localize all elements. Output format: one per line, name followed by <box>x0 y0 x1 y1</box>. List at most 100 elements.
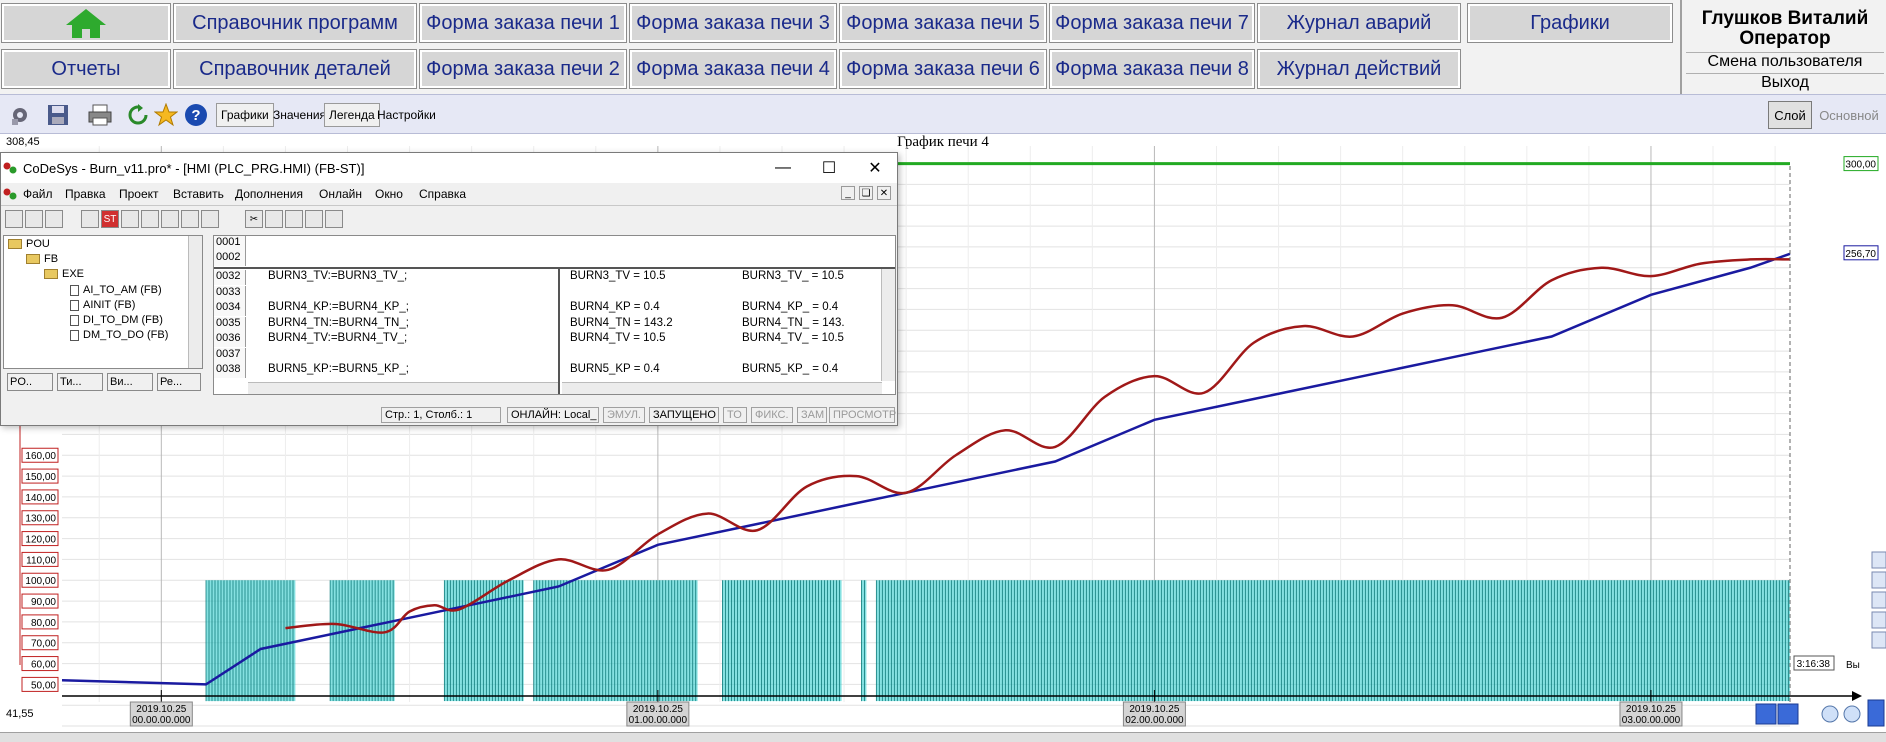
exit-button[interactable]: Выход <box>1686 73 1884 93</box>
pou-tree[interactable]: POU FB EXE AI_TO_AM (FB) AINIT (FB) DI_T… <box>3 235 203 369</box>
nav-furnace-order-1[interactable]: Форма заказа печи 1 <box>419 3 627 43</box>
status-online: ОНЛАЙН: Local_ <box>507 407 599 423</box>
code-vscroll[interactable] <box>881 269 895 381</box>
watch-value: BURN4_KP_ = 0.4 <box>742 301 839 313</box>
status-emul: ЭМУЛ. <box>603 407 645 423</box>
find-icon[interactable] <box>201 210 219 228</box>
codesys-titlebar[interactable]: CoDeSys - Burn_v11.pro* - [HMI (PLC_PRG.… <box>1 153 897 183</box>
settings-icon[interactable] <box>6 101 34 129</box>
close-icon[interactable]: ✕ <box>857 157 893 179</box>
refresh-icon[interactable] <box>124 101 152 129</box>
print-icon[interactable] <box>86 101 114 129</box>
copy-icon[interactable] <box>265 210 283 228</box>
tree-item-label: POU <box>26 238 50 250</box>
code-divider <box>558 269 560 394</box>
nav-furnace-order-5[interactable]: Форма заказа печи 5 <box>839 3 1047 43</box>
code-hscroll-right[interactable] <box>562 382 882 394</box>
user-role: Оператор <box>1739 28 1831 49</box>
tree-scrollbar[interactable] <box>188 236 202 368</box>
paste-icon[interactable] <box>285 210 303 228</box>
status-running: ЗАПУЩЕНО <box>649 407 719 423</box>
menu-project[interactable]: Проект <box>119 187 159 201</box>
home-button[interactable] <box>1 3 171 43</box>
stop-icon[interactable]: ST <box>101 210 119 228</box>
code-hscroll-left[interactable] <box>248 382 558 394</box>
main-layer-button[interactable]: Основной <box>1816 101 1882 129</box>
nav-furnace-order-8[interactable]: Форма заказа печи 8 <box>1049 49 1255 89</box>
code-editor[interactable]: 0001 0002 0032 BURN3_TV:=BURN3_TV_; BURN3_… <box>213 235 896 395</box>
layer-button[interactable]: Слой <box>1768 101 1812 129</box>
mdi-minimize-icon[interactable]: _ <box>841 186 855 200</box>
codesys-window[interactable]: CoDeSys - Burn_v11.pro* - [HMI (PLC_PRG.… <box>0 152 898 426</box>
mdi-restore-icon[interactable]: ❏ <box>859 186 873 200</box>
nav-furnace-order-3[interactable]: Форма заказа печи 3 <box>629 3 837 43</box>
codesys-statusbar: Стр.: 1, Столб.: 1 ОНЛАЙН: Local_ ЭМУЛ. … <box>1 405 897 425</box>
login-icon[interactable] <box>81 210 99 228</box>
nav-alarm-log[interactable]: Журнал аварий <box>1257 3 1461 43</box>
switch-user-button[interactable]: Смена пользователя <box>1686 52 1884 72</box>
replace-icon[interactable] <box>325 210 343 228</box>
code-line: BURN4_TV:=BURN4_TV_; <box>268 332 408 344</box>
user-panel: Глушков Виталий Оператор Смена пользоват… <box>1680 0 1886 94</box>
nav-furnace-order-6[interactable]: Форма заказа печи 6 <box>839 49 1047 89</box>
menu-extras[interactable]: Дополнения <box>235 187 303 201</box>
nav-furnace-order-7[interactable]: Форма заказа печи 7 <box>1049 3 1255 43</box>
open-file-icon[interactable] <box>25 210 43 228</box>
tab-values[interactable]: Значения <box>268 103 331 127</box>
save-file-icon[interactable] <box>45 210 63 228</box>
user-name: Глушков Виталий <box>1701 8 1869 29</box>
mdi-close-icon[interactable]: ✕ <box>877 186 891 200</box>
nav-parts-catalog[interactable]: Справочник деталей <box>173 49 417 89</box>
cut-icon[interactable]: ✂ <box>245 210 263 228</box>
codesys-toolbar: ST ✂ <box>1 205 897 231</box>
bottom-scrollbar[interactable] <box>0 732 1886 742</box>
breakpoint-icon[interactable] <box>141 210 159 228</box>
new-file-icon[interactable] <box>5 210 23 228</box>
menu-insert[interactable]: Вставить <box>173 187 224 201</box>
tree-tab-visualizations[interactable]: Ви... <box>107 373 153 391</box>
maximize-icon[interactable]: ☐ <box>811 157 847 179</box>
watch-icon[interactable] <box>161 210 179 228</box>
document-icon <box>70 299 79 311</box>
tree-item[interactable]: POU <box>8 238 50 250</box>
tab-charts[interactable]: Графики <box>216 103 274 127</box>
nav-furnace-order-2[interactable]: Форма заказа печи 2 <box>419 49 627 89</box>
menu-online[interactable]: Онлайн <box>319 187 362 201</box>
status-view: ПРОСМОТР <box>829 407 896 423</box>
tree-item[interactable]: DM_TO_DO (FB) <box>70 329 168 341</box>
codesys-menu: Файл Правка Проект Вставить Дополнения О… <box>1 183 897 205</box>
save-icon[interactable] <box>44 101 72 129</box>
print-project-icon[interactable] <box>181 210 199 228</box>
star-icon[interactable] <box>152 101 180 129</box>
menu-file[interactable]: Файл <box>23 187 53 201</box>
nav-program-catalog[interactable]: Справочник программ <box>173 3 417 43</box>
nav-reports[interactable]: Отчеты <box>1 49 171 89</box>
tree-item[interactable]: EXE <box>44 268 84 280</box>
help-icon[interactable]: ? <box>182 101 210 129</box>
line-number: 0032 <box>214 270 246 285</box>
tree-tabs: PO.. Ти... Ви... Ре... <box>3 371 203 393</box>
tree-item[interactable]: AI_TO_AM (FB) <box>70 284 162 296</box>
step-icon[interactable] <box>121 210 139 228</box>
find-text-icon[interactable] <box>305 210 323 228</box>
code-line: BURN4_TN:=BURN4_TN_; <box>268 316 409 329</box>
tree-tab-resources[interactable]: Ре... <box>157 373 201 391</box>
tree-item[interactable]: DI_TO_DM (FB) <box>70 314 163 326</box>
nav-action-log[interactable]: Журнал действий <box>1257 49 1461 89</box>
menu-window[interactable]: Окно <box>375 187 403 201</box>
tab-settings[interactable]: Настройки <box>372 103 441 127</box>
nav-furnace-order-4[interactable]: Форма заказа печи 4 <box>629 49 837 89</box>
document-logo-icon <box>3 188 17 200</box>
tree-tab-pou[interactable]: PO.. <box>7 373 53 391</box>
tree-tab-types[interactable]: Ти... <box>57 373 103 391</box>
minimize-icon[interactable]: — <box>765 157 801 179</box>
watch-value: BURN4_TN_ = 143. <box>742 316 845 329</box>
menu-edit[interactable]: Правка <box>65 187 106 201</box>
menu-help[interactable]: Справка <box>419 187 466 201</box>
nav-charts[interactable]: Графики <box>1467 3 1673 43</box>
tree-item[interactable]: FB <box>26 253 58 265</box>
tree-item-label: DI_TO_DM (FB) <box>83 314 163 326</box>
tree-item[interactable]: AINIT (FB) <box>70 299 135 311</box>
watch-value: BURN5_KP = 0.4 <box>570 363 660 375</box>
line-number: 0037 <box>214 347 246 363</box>
